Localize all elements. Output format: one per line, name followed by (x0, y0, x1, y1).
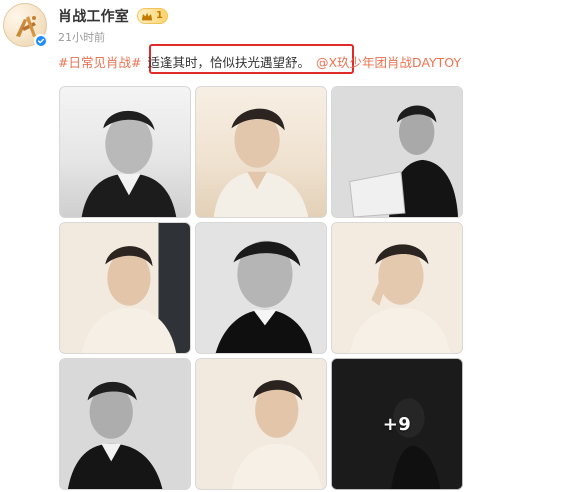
photo-3[interactable] (331, 86, 463, 218)
verified-check-icon (37, 38, 45, 44)
more-photos-count: +9 (382, 413, 412, 435)
portrait-silhouette-icon (60, 359, 190, 489)
portrait-silhouette-icon (81, 110, 177, 217)
portrait-silhouette-icon (196, 223, 326, 353)
photo-8[interactable] (195, 358, 327, 490)
photo-2[interactable] (195, 86, 327, 218)
photo-1[interactable] (59, 86, 191, 218)
post-body: 适逢其时，恰似扶光遇望舒。 (147, 55, 310, 70)
verified-badge (34, 34, 48, 48)
portrait-silhouette-icon (196, 359, 326, 489)
vip-level: 1 (156, 10, 163, 21)
portrait-silhouette-icon (60, 223, 190, 353)
crown-icon (142, 12, 152, 21)
author-avatar-wrap[interactable]: 战 (3, 3, 48, 48)
post-mention[interactable]: @X玖少年团肖战DAYTOY (316, 54, 461, 72)
post-timestamp[interactable]: 21小时前 (58, 29, 105, 45)
photo-4[interactable] (59, 222, 191, 354)
portrait-silhouette-icon (332, 87, 462, 217)
photo-5[interactable] (195, 222, 327, 354)
photo-7[interactable] (59, 358, 191, 490)
vip-badge[interactable]: 1 (137, 8, 168, 24)
author-name-row: 肖战工作室 1 (58, 6, 168, 26)
portrait-silhouette-icon (213, 108, 309, 217)
photo-9[interactable]: +9 (331, 358, 463, 490)
post-hashtag[interactable]: #日常见肖战# (58, 54, 141, 72)
author-name[interactable]: 肖战工作室 (58, 6, 129, 26)
post-text: #日常见肖战# 适逢其时，恰似扶光遇望舒。 @X玖少年团肖战DAYTOY (58, 52, 568, 74)
more-photos-overlay[interactable]: +9 (332, 359, 462, 489)
photo-grid: +9 (59, 86, 463, 490)
portrait-silhouette-icon (332, 223, 462, 353)
photo-6[interactable] (331, 222, 463, 354)
